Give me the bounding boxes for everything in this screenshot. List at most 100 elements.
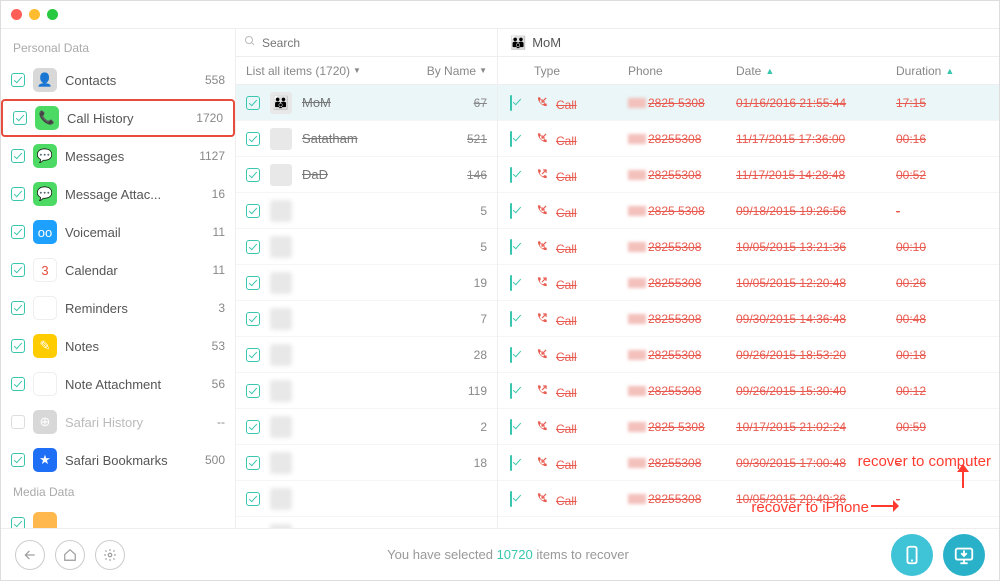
call-row[interactable]: Call2825530811/17/2015 14:28:4800:52 (498, 157, 999, 193)
sidebar-item-count: 500 (205, 453, 225, 467)
call-row[interactable]: Call2825530810/05/2015 13:21:3600:10 (498, 229, 999, 265)
checkbox[interactable] (11, 263, 25, 277)
col-duration[interactable]: Duration (896, 64, 941, 78)
checkbox[interactable] (246, 420, 260, 434)
search-input[interactable] (262, 36, 489, 50)
item-list[interactable]: 👪MoM67Satatham521DaD1465519728119218 (236, 85, 497, 528)
close-window-button[interactable] (11, 9, 22, 20)
call-row[interactable]: Call2825530809/30/2015 14:36:4800:48 (498, 301, 999, 337)
call-row[interactable]: Call2825530810/05/2015 20:49:36- (498, 481, 999, 517)
checkbox[interactable] (246, 240, 260, 254)
checkbox[interactable] (13, 111, 27, 125)
sidebar-item[interactable]: 💬Messages1127 (1, 137, 235, 175)
checkbox[interactable] (510, 203, 512, 219)
list-item[interactable]: Satatham521 (236, 121, 497, 157)
sidebar-item[interactable]: 📞Call History1720 (1, 99, 235, 137)
checkbox[interactable] (246, 492, 260, 506)
checkbox[interactable] (11, 517, 25, 528)
sidebar-item[interactable]: ★Safari Bookmarks500 (1, 441, 235, 479)
call-row[interactable]: Call2825 530809/18/2015 19:26:56- (498, 193, 999, 229)
recover-to-computer-button[interactable] (943, 534, 985, 576)
sort-label[interactable]: By Name (427, 64, 476, 78)
checkbox[interactable] (246, 384, 260, 398)
checkbox[interactable] (246, 132, 260, 146)
checkbox[interactable] (11, 73, 25, 87)
col-type[interactable]: Type (534, 64, 560, 78)
zoom-window-button[interactable] (47, 9, 58, 20)
call-row[interactable]: Call2825 530810/17/2015 21:02:2400:59 (498, 409, 999, 445)
col-phone[interactable]: Phone (628, 64, 663, 78)
checkbox[interactable] (510, 311, 512, 327)
checkbox[interactable] (11, 301, 25, 315)
checkbox[interactable] (510, 491, 512, 507)
checkbox[interactable] (246, 348, 260, 362)
back-button[interactable] (15, 540, 45, 570)
call-row[interactable]: Call2825 530801/16/2016 21:55:4417:15 (498, 85, 999, 121)
list-item[interactable]: 👪MoM67 (236, 85, 497, 121)
list-item[interactable] (236, 517, 497, 528)
checkbox[interactable] (246, 168, 260, 182)
checkbox[interactable] (510, 167, 512, 183)
minimize-window-button[interactable] (29, 9, 40, 20)
list-item[interactable]: DaD146 (236, 157, 497, 193)
home-button[interactable] (55, 540, 85, 570)
list-item[interactable]: 7 (236, 301, 497, 337)
sidebar-item[interactable]: 👤Contacts558 (1, 61, 235, 99)
call-row[interactable]: Call2825530809/30/2015 17:00:48- (498, 445, 999, 481)
sidebar-item[interactable]: 3Calendar11 (1, 251, 235, 289)
checkbox[interactable] (11, 377, 25, 391)
contact-icon (270, 200, 292, 222)
sidebar-item[interactable]: ✎Notes53 (1, 327, 235, 365)
chevron-down-icon[interactable]: ▼ (479, 66, 487, 75)
checkbox[interactable] (11, 415, 25, 429)
sidebar-item-media[interactable] (1, 505, 235, 528)
list-item[interactable]: 5 (236, 193, 497, 229)
call-list[interactable]: Call2825 530801/16/2016 21:55:4417:15Cal… (498, 85, 999, 528)
call-row[interactable]: Call2825530809/26/2015 18:53:2000:18 (498, 337, 999, 373)
list-item[interactable]: 5 (236, 229, 497, 265)
recover-to-iphone-button[interactable] (891, 534, 933, 576)
call-duration: 00:59 (896, 420, 926, 434)
sidebar-item[interactable]: 💬Message Attac...16 (1, 175, 235, 213)
list-item[interactable] (236, 481, 497, 517)
checkbox[interactable] (246, 204, 260, 218)
list-item[interactable]: 119 (236, 373, 497, 409)
checkbox[interactable] (510, 95, 512, 111)
checkbox[interactable] (510, 275, 512, 291)
checkbox[interactable] (510, 419, 512, 435)
checkbox[interactable] (11, 149, 25, 163)
checkbox[interactable] (246, 312, 260, 326)
checkbox[interactable] (246, 276, 260, 290)
call-duration: 00:16 (896, 132, 926, 146)
call-row[interactable]: Call2825530809/26/2015 15:30:4000:12 (498, 373, 999, 409)
call-out-icon (534, 166, 550, 182)
sidebar-item[interactable]: ᴏᴏVoicemail11 (1, 213, 235, 251)
phone-number: 28255308 (648, 312, 701, 326)
checkbox[interactable] (246, 456, 260, 470)
checkbox[interactable] (510, 347, 512, 363)
call-row[interactable]: Call2825530811/17/2015 17:36:0000:16 (498, 121, 999, 157)
list-filter-label[interactable]: List all items (1720) (246, 64, 350, 78)
list-item[interactable]: 19 (236, 265, 497, 301)
checkbox[interactable] (11, 187, 25, 201)
checkbox[interactable] (11, 453, 25, 467)
checkbox[interactable] (510, 239, 512, 255)
call-type: Call (556, 314, 577, 328)
sidebar-heading-personal: Personal Data (1, 35, 235, 61)
list-item[interactable]: 2 (236, 409, 497, 445)
checkbox[interactable] (510, 383, 512, 399)
checkbox[interactable] (11, 225, 25, 239)
call-row[interactable]: Call2825530810/05/2015 12:20:4800:26 (498, 265, 999, 301)
chevron-down-icon[interactable]: ▼ (353, 66, 361, 75)
list-item[interactable]: 28 (236, 337, 497, 373)
sidebar-item[interactable]: ✎Note Attachment56 (1, 365, 235, 403)
sidebar-item[interactable]: ☰Reminders3 (1, 289, 235, 327)
sidebar-item[interactable]: ⊕Safari History-- (1, 403, 235, 441)
checkbox[interactable] (510, 455, 512, 471)
checkbox[interactable] (11, 339, 25, 353)
list-item[interactable]: 18 (236, 445, 497, 481)
col-date[interactable]: Date (736, 64, 761, 78)
settings-button[interactable] (95, 540, 125, 570)
checkbox[interactable] (510, 131, 512, 147)
checkbox[interactable] (246, 96, 260, 110)
